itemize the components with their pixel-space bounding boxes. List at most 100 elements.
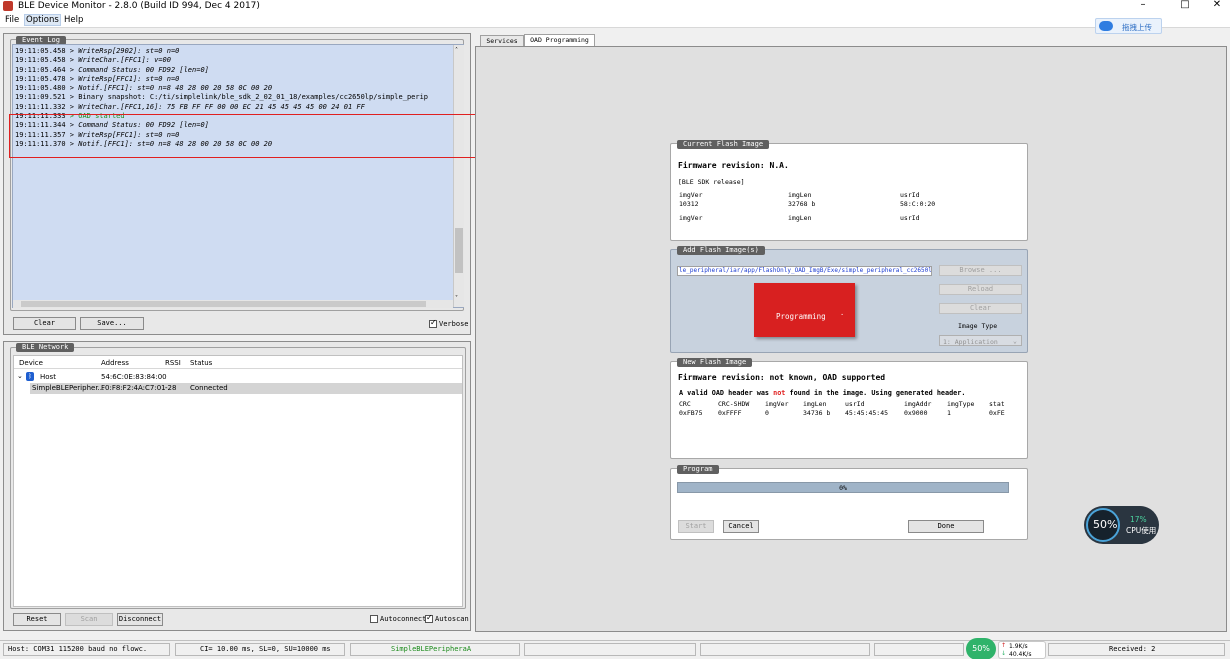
new-flash-value-cell: 0xFB75	[679, 409, 703, 417]
tab-services[interactable]: Services	[480, 35, 524, 46]
cpu-widget[interactable]: 50% 17% CPU使用	[1084, 506, 1159, 544]
log-text: > Binary snapshot: C:/ti/simplelink/ble_…	[69, 93, 429, 102]
tab-oad-programming[interactable]: OAD Programming	[524, 34, 595, 46]
scroll-down-icon[interactable]: ˅	[455, 295, 458, 302]
scrollbar-thumb[interactable]	[455, 228, 463, 273]
log-line: 19:11:05.458 > WriteRsp[2902]: st=0 n=0	[15, 47, 451, 56]
oad-msg-post: found in the image. Using generated head…	[785, 389, 966, 397]
network-percent[interactable]: 50%	[966, 638, 996, 659]
current-imgver-header-2: imgVer	[679, 214, 703, 222]
new-firmware-revision: Firmware revision: not known, OAD suppor…	[678, 373, 886, 382]
col-device[interactable]: Device	[19, 359, 43, 367]
col-status[interactable]: Status	[190, 359, 212, 367]
oad-header-message: A valid OAD header was not found in the …	[679, 389, 965, 397]
cloud-upload-label: 拖拽上传	[1122, 23, 1152, 32]
host-device: Host	[40, 373, 56, 381]
cloud-upload-button[interactable]: 拖拽上传	[1095, 18, 1162, 34]
device-table: Device Address RSSI Status ⌄ ᛒ Host 54:6…	[13, 355, 463, 607]
log-time: 19:11:05.478	[15, 74, 66, 83]
cpu-percent: 50%	[1093, 518, 1118, 531]
cancel-button[interactable]: Cancel	[723, 520, 759, 533]
table-row[interactable]: ⌄ ᛒ Host 54:6C:0E:83:84:00	[14, 372, 462, 383]
new-flash-header-cell: imgLen	[803, 400, 827, 408]
event-log-hscrollbar[interactable]	[13, 300, 453, 308]
log-text: > WriteRsp[2902]: st=0 n=0	[69, 47, 180, 55]
cpu-value: 17%	[1130, 515, 1147, 524]
status-device: SimpleBLEPeripheraA	[350, 643, 520, 656]
log-text: > WriteChar.[FFC1]: v=00	[69, 56, 171, 65]
peripheral-rssi: -28	[165, 384, 177, 392]
verbose-label: Verbose	[439, 320, 469, 328]
log-text: > Command Status: 00 FD92 [len=0]	[69, 65, 209, 74]
status-received: Received: 2	[1048, 643, 1225, 656]
current-sdk-release: [BLE SDK release]	[678, 178, 745, 186]
program-card: Program 0% Start Cancel Done	[670, 465, 1028, 540]
disconnect-button[interactable]: Disconnect	[117, 613, 163, 626]
scroll-up-icon[interactable]: ˄	[455, 47, 458, 54]
progress-text: 0%	[839, 484, 847, 492]
cloud-icon	[1099, 21, 1113, 31]
col-address[interactable]: Address	[101, 359, 129, 367]
clear-image-button[interactable]: Clear	[939, 303, 1022, 314]
log-time: 19:11:05.480	[15, 84, 66, 93]
current-flash-title: Current Flash Image	[677, 140, 770, 149]
image-path-input[interactable]: le_peripheral/iar/app/FlashOnly_OAD_ImgB…	[677, 266, 932, 276]
status-connection: CI= 10.00 ms, SL=0, SU=10000 ms	[175, 643, 345, 656]
host-address: 54:6C:0E:83:84:00	[101, 373, 167, 381]
menu-options[interactable]: Options	[24, 14, 61, 26]
col-rssi[interactable]: RSSI	[165, 359, 181, 367]
reload-button[interactable]: Reload	[939, 284, 1022, 295]
status-empty-2	[700, 643, 870, 656]
new-flash-header-cell: usrId	[845, 400, 865, 408]
table-row[interactable]: SimpleBLEPeripher... F0:F8:F2:4A:C7:01 -…	[30, 383, 462, 394]
menu-help[interactable]: Help	[64, 15, 83, 25]
new-flash-header-cell: imgType	[947, 400, 975, 408]
new-flash-header-cell: imgVer	[765, 400, 789, 408]
event-log-scrollbar[interactable]: ˄ ˅	[453, 45, 464, 307]
upload-speed: 1.9K/s	[1009, 643, 1028, 650]
program-title: Program	[677, 465, 719, 474]
log-time: 19:11:05.458	[15, 56, 66, 65]
autoconnect-checkbox[interactable]	[370, 615, 378, 623]
close-icon[interactable]: ✕	[1207, 0, 1227, 12]
expand-icon[interactable]: ⌄	[17, 372, 23, 380]
status-bar: Host: COM31 115200 baud no flowc. CI= 10…	[0, 638, 1230, 659]
highlight-box	[9, 114, 480, 158]
save-log-button[interactable]: Save...	[80, 317, 144, 330]
spinner-icon: ·	[840, 311, 845, 319]
image-type-select[interactable]: 1: Application ⌄	[939, 335, 1022, 346]
new-flash-value-cell: 0xFFFF	[718, 409, 742, 417]
status-host: Host: COM31 115200 baud no flowc.	[3, 643, 170, 656]
new-flash-card: New Flash Image Firmware revision: not k…	[670, 358, 1028, 459]
peripheral-address: F0:F8:F2:4A:C7:01	[101, 384, 166, 392]
current-imglen-header-2: imgLen	[788, 214, 812, 222]
browse-button[interactable]: Browse ...	[939, 265, 1022, 276]
scan-button[interactable]: Scan	[65, 613, 113, 626]
new-flash-value-cell: 0x9000	[904, 409, 928, 417]
current-usrid-header: usrId	[900, 191, 920, 199]
programming-overlay-button[interactable]: Programming ·	[754, 283, 855, 337]
hscrollbar-thumb[interactable]	[21, 301, 426, 307]
new-flash-value-cell: 0xFE	[989, 409, 1005, 417]
current-imgver-header: imgVer	[679, 191, 703, 199]
menu-file[interactable]: File	[5, 15, 19, 25]
reset-button[interactable]: Reset	[13, 613, 61, 626]
clear-log-button[interactable]: Clear	[13, 317, 76, 330]
program-progress-bar: 0%	[677, 482, 1009, 493]
verbose-checkbox[interactable]: ✓	[429, 318, 437, 328]
image-type-value: 1: Application	[943, 338, 998, 346]
start-button[interactable]: Start	[678, 520, 714, 533]
download-speed: 40.4K/s	[1009, 651, 1032, 658]
autoscan-checkbox[interactable]: ✓	[425, 613, 433, 623]
log-line: 19:11:09.521 > Binary snapshot: C:/ti/si…	[15, 93, 451, 102]
new-flash-header-cell: CRC	[679, 400, 691, 408]
done-button[interactable]: Done	[908, 520, 984, 533]
new-flash-value-cell: 45:45:45:45	[845, 409, 889, 417]
maximize-icon[interactable]: □	[1175, 0, 1195, 12]
oad-msg-not: not	[773, 389, 786, 397]
minimize-icon[interactable]: –	[1133, 0, 1153, 12]
log-time: 19:11:05.464	[15, 65, 66, 74]
log-time: 19:11:05.458	[15, 47, 66, 55]
event-log-list[interactable]: 19:11:05.458 > WriteRsp[2902]: st=0 n=0 1…	[12, 44, 464, 308]
event-log-panel: Event Log 19:11:05.458 > WriteRsp[2902]:…	[3, 33, 480, 335]
